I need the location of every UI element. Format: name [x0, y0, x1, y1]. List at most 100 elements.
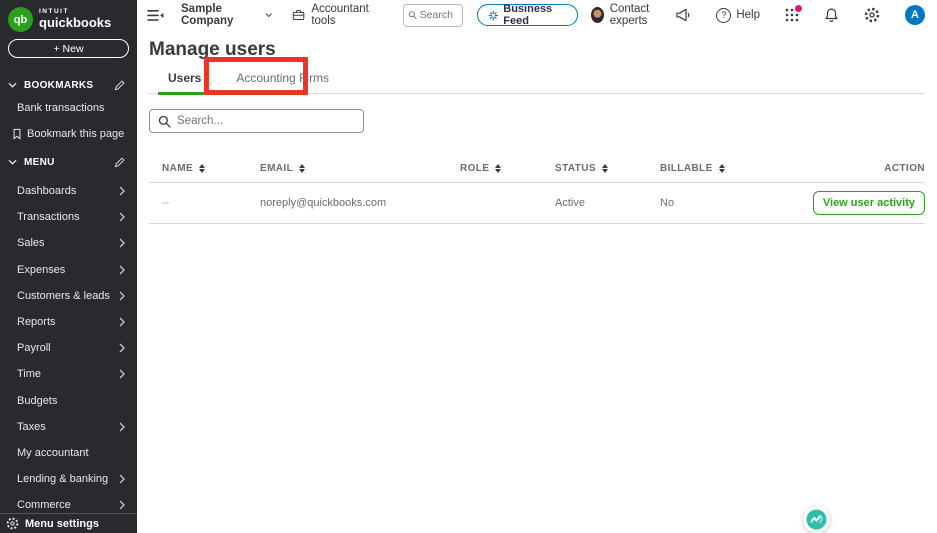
collapse-menu-icon[interactable]: [147, 9, 164, 22]
pencil-icon[interactable]: [114, 157, 125, 168]
sidebar-item-taxes[interactable]: Taxes: [0, 414, 137, 440]
logo-text: INTUIT quickbooks: [39, 9, 111, 29]
cell-status: Active: [555, 197, 660, 209]
sidebar-item-dashboards[interactable]: Dashboards: [0, 178, 137, 204]
notification-dot: [795, 5, 802, 12]
business-feed-button[interactable]: Business Feed: [477, 4, 578, 26]
table-row: -- noreply@quickbooks.com Active No View…: [149, 183, 925, 224]
sidebar-item-lending-banking[interactable]: Lending & banking: [0, 466, 137, 492]
sidebar-item-label: My accountant: [17, 447, 125, 459]
menu-settings-label: Menu settings: [25, 518, 99, 530]
sort-icon: [199, 164, 205, 173]
column-header-status[interactable]: STATUS: [555, 163, 660, 174]
chevron-right-icon: [119, 369, 125, 379]
assistant-widget-button[interactable]: [803, 506, 830, 533]
user-search[interactable]: [149, 109, 364, 133]
menu-settings-button[interactable]: Menu settings: [0, 513, 137, 533]
sidebar-item-label: Sales: [17, 237, 119, 249]
cell-billable: No: [660, 197, 785, 209]
gear-icon[interactable]: [864, 7, 880, 23]
pencil-icon[interactable]: [114, 80, 125, 91]
accountant-tools-label: Accountant tools: [311, 3, 380, 27]
sidebar-item-bookmark-this-page[interactable]: Bookmark this page: [0, 121, 137, 147]
user-search-input[interactable]: [177, 115, 355, 127]
help-button[interactable]: ? Help: [716, 8, 760, 23]
sidebar-item-sales[interactable]: Sales: [0, 230, 137, 256]
menu-section-header[interactable]: MENU: [0, 152, 137, 172]
bookmarks-section-header[interactable]: BOOKMARKS: [0, 75, 137, 95]
logo-product-label: quickbooks: [39, 16, 111, 30]
sidebar-item-label: Bookmark this page: [27, 128, 125, 140]
view-user-activity-button[interactable]: View user activity: [813, 191, 925, 215]
chevron-right-icon: [119, 265, 125, 275]
bookmarks-header-label: BOOKMARKS: [24, 80, 93, 91]
sparkle-icon: [488, 9, 499, 22]
menu-header-label: MENU: [24, 157, 55, 168]
accountant-tools-button[interactable]: Accountant tools: [292, 3, 380, 27]
sidebar-item-label: Budgets: [17, 395, 125, 407]
sidebar-item-expenses[interactable]: Expenses: [0, 257, 137, 283]
company-switcher[interactable]: Sample Company: [181, 3, 272, 27]
sidebar-item-bank-transactions[interactable]: Bank transactions: [0, 95, 137, 121]
megaphone-icon[interactable]: [675, 8, 691, 22]
bookmark-icon: [12, 128, 22, 140]
sort-icon: [719, 164, 725, 173]
tab-users[interactable]: Users: [158, 71, 211, 95]
column-label: EMAIL: [260, 163, 293, 174]
chevron-right-icon: [119, 500, 125, 510]
column-header-email[interactable]: EMAIL: [260, 163, 460, 174]
sidebar-item-label: Reports: [17, 316, 119, 328]
sidebar-item-label: Lending & banking: [17, 473, 119, 485]
column-label: STATUS: [555, 163, 596, 174]
sort-icon: [602, 164, 608, 173]
contact-experts-button[interactable]: Contact experts: [591, 3, 676, 27]
apps-grid-button[interactable]: [785, 8, 799, 22]
account-avatar[interactable]: A: [905, 5, 925, 25]
sidebar-item-reports[interactable]: Reports: [0, 309, 137, 335]
column-header-action: ACTION: [785, 163, 925, 174]
new-button[interactable]: + New: [8, 39, 129, 58]
sidebar-item-label: Payroll: [17, 342, 119, 354]
chevron-right-icon: [119, 212, 125, 222]
quickbooks-logo[interactable]: qb INTUIT quickbooks: [0, 0, 137, 32]
sidebar-item-label: Taxes: [17, 421, 119, 433]
sidebar-item-label: Transactions: [17, 211, 119, 223]
global-search-input[interactable]: [420, 9, 458, 21]
chevron-right-icon: [119, 186, 125, 196]
chevron-right-icon: [119, 422, 125, 432]
sidebar-item-payroll[interactable]: Payroll: [0, 335, 137, 361]
column-header-billable[interactable]: BILLABLE: [660, 163, 785, 174]
column-header-name[interactable]: NAME: [149, 163, 260, 174]
sidebar-item-customers-leads[interactable]: Customers & leads: [0, 283, 137, 309]
sidebar-item-label: Bank transactions: [17, 102, 125, 114]
main-content: Manage users Users Accounting Firms NAME…: [137, 30, 937, 533]
briefcase-icon: [292, 8, 305, 22]
search-icon: [408, 9, 417, 21]
global-search[interactable]: [403, 4, 463, 27]
cell-name: --: [149, 197, 260, 209]
table-header: NAME EMAIL ROLE STATUS BILLABLE ACTION: [149, 154, 925, 183]
column-label: BILLABLE: [660, 163, 713, 174]
sidebar-menu: Dashboards Transactions Sales Expenses C…: [0, 178, 137, 518]
sort-icon: [495, 164, 501, 173]
column-header-role[interactable]: ROLE: [460, 163, 555, 174]
chevron-down-icon: [8, 159, 17, 165]
help-label: Help: [736, 9, 760, 21]
tab-accounting-firms[interactable]: Accounting Firms: [226, 71, 339, 93]
sidebar-item-transactions[interactable]: Transactions: [0, 204, 137, 230]
sidebar-item-label: Commerce: [17, 499, 119, 511]
sidebar-item-label: Time: [17, 368, 119, 380]
tab-bar: Users Accounting Firms: [149, 71, 925, 94]
expert-avatar: [591, 7, 604, 23]
page-title: Manage users: [149, 39, 925, 61]
contact-experts-label: Contact experts: [610, 3, 676, 27]
sort-icon: [299, 164, 305, 173]
business-feed-label: Business Feed: [503, 3, 566, 27]
qb-logo-icon: qb: [8, 7, 33, 32]
column-label: NAME: [162, 163, 193, 174]
bell-icon[interactable]: [824, 7, 839, 23]
sidebar-item-time[interactable]: Time: [0, 361, 137, 387]
chevron-down-icon: [265, 12, 272, 18]
sidebar-item-my-accountant[interactable]: My accountant: [0, 440, 137, 466]
sidebar-item-budgets[interactable]: Budgets: [0, 388, 137, 414]
